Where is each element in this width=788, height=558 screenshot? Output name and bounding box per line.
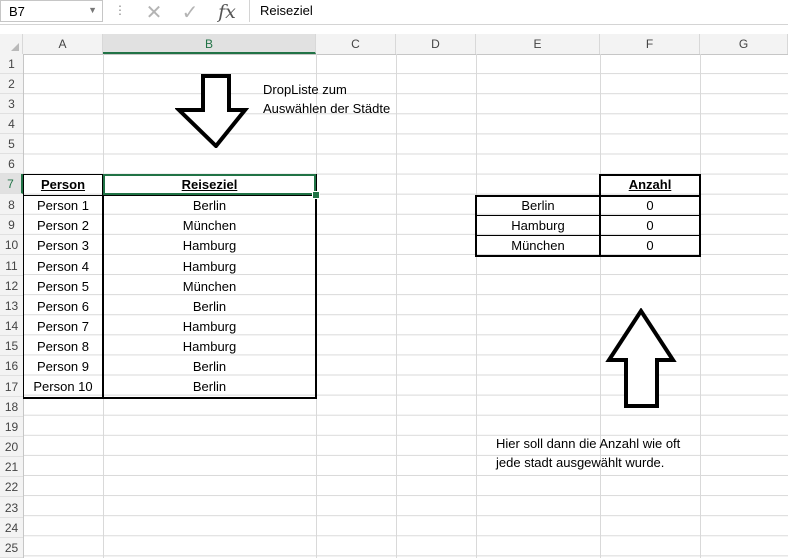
row-header[interactable]: 9 [0,215,23,235]
row-header[interactable]: 3 [0,94,23,114]
note-droplist-line1: DropListe zum [263,82,347,97]
table2-border-row [475,215,701,216]
cell-reiseziel[interactable]: Hamburg [103,257,316,277]
formula-bar: B7 ▼ ⋮ ✕ ✓ fx Reiseziel [0,0,788,25]
column-header-f[interactable]: F [600,34,700,54]
row-header[interactable]: 24 [0,518,23,538]
formula-input[interactable]: Reiseziel [249,0,788,22]
header-person[interactable]: Person [23,175,103,195]
row-header[interactable]: 21 [0,457,23,477]
column-header-e[interactable]: E [476,34,600,54]
note-anzahl-line2: jede stadt ausgewählt wurde. [496,455,665,470]
row-header[interactable]: 13 [0,296,23,316]
note-droplist-line2: Auswählen der Städte [263,101,391,116]
row-header[interactable]: 6 [0,154,23,174]
row-header[interactable]: 16 [0,356,23,376]
header-anzahl[interactable]: Anzahl [600,175,700,195]
confirm-icon[interactable]: ✓ [176,0,204,24]
row-header-bar: 1 2 3 4 5 6 7 8 9 10 11 12 13 14 15 16 1… [0,54,24,558]
row-header[interactable]: 10 [0,235,23,255]
row-header[interactable]: 15 [0,336,23,356]
row-header[interactable]: 22 [0,477,23,497]
row-header[interactable]: 12 [0,276,23,296]
table1-border-bottom [23,397,316,399]
row-header[interactable]: 1 [0,54,23,74]
cell-count[interactable]: 0 [600,236,700,256]
note-anzahl: Hier soll dann die Anzahl wie oft jede s… [496,434,680,472]
table1-border-mid [102,174,104,399]
arrow-down-icon [175,74,249,148]
column-header-c[interactable]: C [316,34,396,54]
cell-reiseziel[interactable]: Berlin [103,196,316,216]
cell-person[interactable]: Person 8 [23,337,103,357]
cell-reiseziel[interactable]: München [103,216,316,236]
row-header-selected[interactable]: 7 [0,174,23,194]
name-box[interactable]: B7 ▼ [0,0,103,22]
cell-reiseziel[interactable]: Berlin [103,377,316,397]
row-header[interactable]: 11 [0,256,23,276]
table1-border-right [315,174,317,399]
cell-reiseziel[interactable]: Hamburg [103,236,316,256]
column-header-b[interactable]: B [103,34,316,54]
cell-person[interactable]: Person 10 [23,377,103,397]
cell-reiseziel[interactable]: Hamburg [103,317,316,337]
column-header-d[interactable]: D [396,34,476,54]
row-header[interactable]: 25 [0,538,23,558]
formula-value: Reiseziel [260,3,313,18]
table2-border-left [475,195,477,257]
table2-border-right [699,174,701,257]
table2-border-bottom [475,255,701,257]
table2-border-header [475,195,701,197]
cell-person[interactable]: Person 7 [23,317,103,337]
row-header[interactable]: 8 [0,195,23,215]
arrow-up-icon [605,308,677,408]
cell-reiseziel[interactable]: Berlin [103,357,316,377]
cell-city[interactable]: Hamburg [476,216,600,236]
table2-border-row [475,235,701,236]
table2-border-top [599,174,701,176]
column-header-g[interactable]: G [700,34,788,54]
row-header[interactable]: 4 [0,114,23,134]
cell-reiseziel[interactable]: München [103,277,316,297]
row-header[interactable]: 19 [0,417,23,437]
row-header[interactable]: 17 [0,377,23,397]
cell-count[interactable]: 0 [600,196,700,216]
note-anzahl-line1: Hier soll dann die Anzahl wie oft [496,436,681,451]
column-header-a[interactable]: A [23,34,103,54]
row-header[interactable]: 20 [0,437,23,457]
note-droplist: DropListe zum Auswählen der Städte [263,80,390,118]
chevron-down-icon[interactable]: ▼ [88,5,97,15]
row-header[interactable]: 23 [0,498,23,518]
cell-person[interactable]: Person 9 [23,357,103,377]
cell-person[interactable]: Person 2 [23,216,103,236]
row-header[interactable]: 18 [0,397,23,417]
cell-person[interactable]: Person 4 [23,257,103,277]
table1-border-header [23,195,316,196]
cell-person[interactable]: Person 6 [23,297,103,317]
column-header-bar: A B C D E F G [0,34,788,55]
row-header[interactable]: 2 [0,74,23,94]
name-box-value: B7 [9,4,25,19]
cell-city[interactable]: Berlin [476,196,600,216]
row-header[interactable]: 5 [0,134,23,154]
cell-person[interactable]: Person 5 [23,277,103,297]
table1-border-left [23,174,24,399]
fill-handle[interactable] [312,191,320,199]
cell-person[interactable]: Person 1 [23,196,103,216]
cell-reiseziel[interactable]: Berlin [103,297,316,317]
more-dots-icon[interactable]: ⋮ [114,3,126,17]
table2-border-mid [599,174,601,257]
row-header[interactable]: 14 [0,316,23,336]
cell-city[interactable]: München [476,236,600,256]
active-cell-b7[interactable] [103,174,316,195]
select-all-button[interactable] [0,34,23,54]
cell-reiseziel[interactable]: Hamburg [103,337,316,357]
cell-person[interactable]: Person 3 [23,236,103,256]
insert-function-icon[interactable]: fx [212,0,242,24]
cancel-icon[interactable]: ✕ [140,0,168,24]
cell-count[interactable]: 0 [600,216,700,236]
